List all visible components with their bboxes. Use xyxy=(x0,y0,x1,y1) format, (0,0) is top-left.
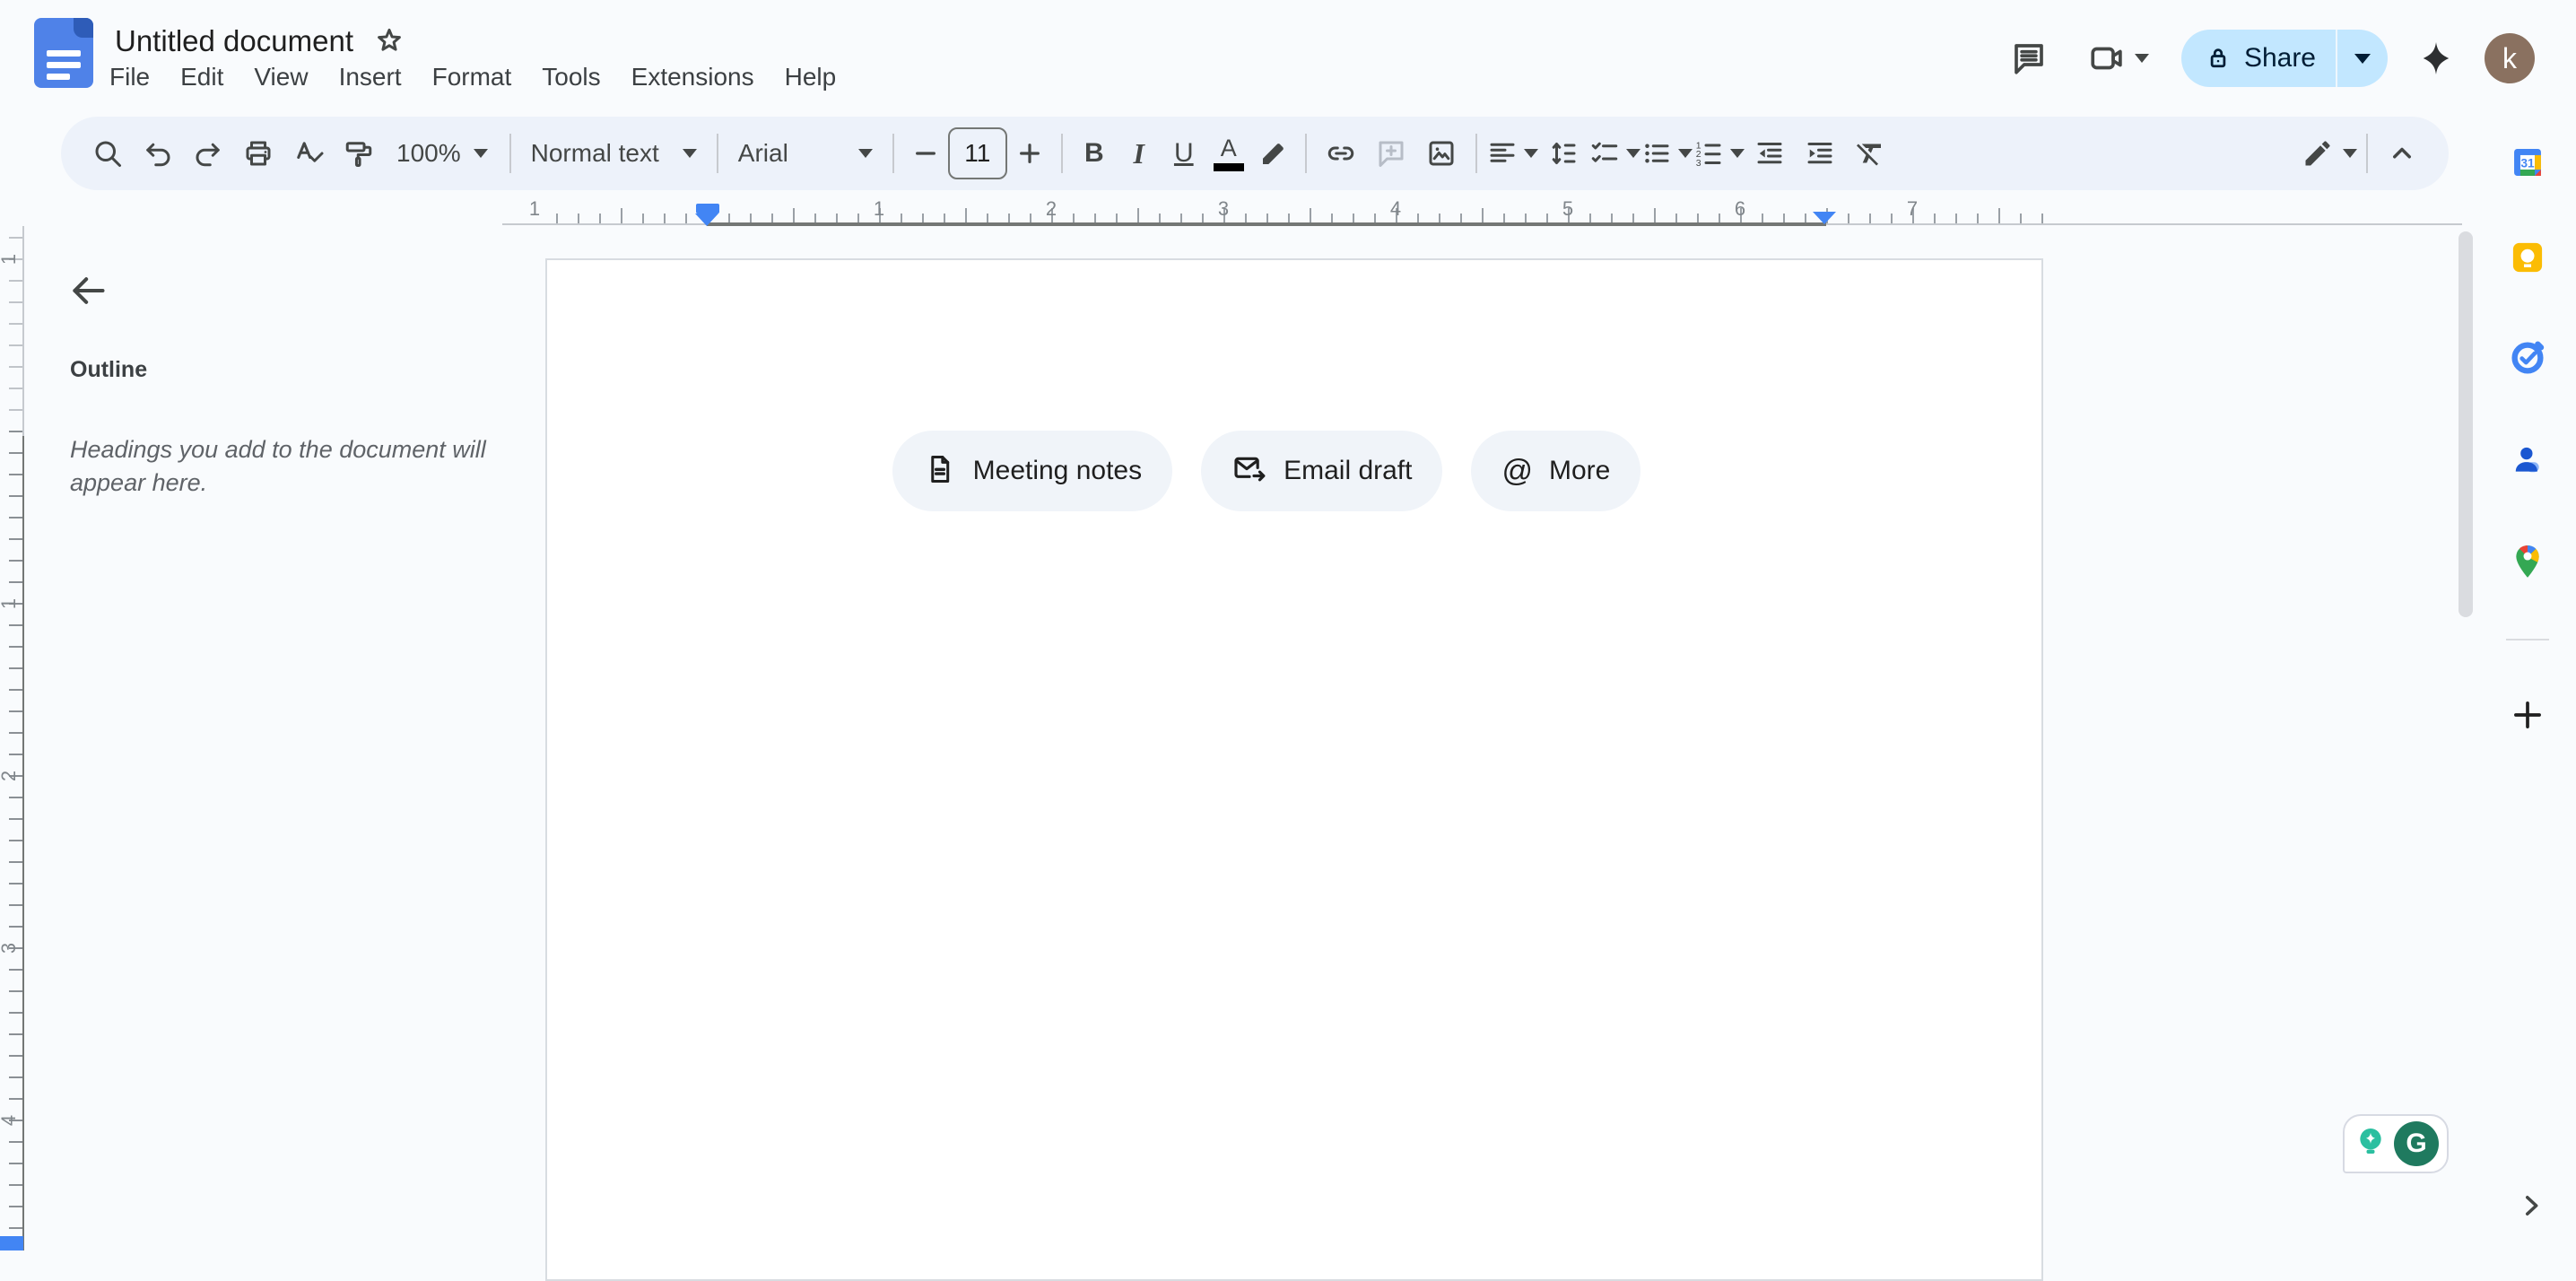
account-avatar[interactable]: k xyxy=(2485,33,2535,83)
lock-icon xyxy=(2205,45,2232,72)
share-button[interactable]: Share xyxy=(2181,30,2388,87)
email-send-icon xyxy=(1231,451,1267,492)
chevron-down-icon xyxy=(683,149,697,158)
zoom-select[interactable]: 100% xyxy=(384,126,500,181)
undo-button[interactable] xyxy=(133,126,183,181)
chevron-down-icon xyxy=(1524,149,1538,158)
meet-video-call-button[interactable] xyxy=(2077,31,2160,85)
document-title[interactable]: Untitled document xyxy=(115,24,353,58)
more-chip[interactable]: @ More xyxy=(1471,431,1640,511)
chevron-down-icon xyxy=(2343,149,2357,158)
menu-bar: File Edit View Insert Format Tools Exten… xyxy=(109,63,836,92)
paragraph-style-value: Normal text xyxy=(531,139,659,168)
email-draft-chip[interactable]: Email draft xyxy=(1201,431,1442,511)
insert-link-button[interactable] xyxy=(1316,126,1366,181)
at-icon: @ xyxy=(1501,454,1533,489)
grammarly-suggestion-icon xyxy=(2353,1124,2389,1164)
star-icon[interactable] xyxy=(373,25,405,57)
hide-menus-button[interactable] xyxy=(2377,126,2427,181)
svg-text:3: 3 xyxy=(1696,158,1701,169)
clear-formatting-button[interactable] xyxy=(1845,126,1895,181)
docs-logo-fold xyxy=(74,18,93,38)
chevron-down-icon xyxy=(2135,54,2149,63)
gemini-sparkle-icon[interactable] xyxy=(2409,31,2463,85)
increase-indent-button[interactable] xyxy=(1795,126,1845,181)
decrease-indent-button[interactable] xyxy=(1745,126,1795,181)
text-color-button[interactable]: A xyxy=(1206,126,1251,181)
numbered-list-button[interactable]: 1 2 3 xyxy=(1693,126,1745,181)
google-tasks-icon[interactable] xyxy=(2501,331,2554,385)
chevron-down-icon xyxy=(1678,149,1693,158)
close-outline-button[interactable] xyxy=(63,266,113,316)
vertical-margin-marker[interactable] xyxy=(0,1236,23,1250)
font-family-value: Arial xyxy=(738,139,788,168)
chevron-down-icon xyxy=(474,149,488,158)
google-docs-logo[interactable] xyxy=(34,18,93,88)
decrease-font-size-button[interactable] xyxy=(903,126,948,181)
smart-chip-suggestions: Meeting notes Email draft @ More xyxy=(707,431,1826,511)
google-docs-app: Untitled document File Edit View Insert … xyxy=(0,0,2576,1250)
comment-history-icon[interactable] xyxy=(2002,31,2056,85)
paint-format-button[interactable] xyxy=(334,126,384,181)
bold-button[interactable]: B xyxy=(1072,126,1117,181)
chevron-down-icon xyxy=(1730,149,1745,158)
google-contacts-icon[interactable] xyxy=(2501,433,2554,487)
font-size-input[interactable]: 11 xyxy=(948,127,1007,179)
redo-button[interactable] xyxy=(183,126,233,181)
menu-file[interactable]: File xyxy=(109,63,150,92)
outline-title: Outline xyxy=(70,357,147,383)
google-calendar-icon[interactable]: 31 xyxy=(2501,135,2554,189)
spelling-grammar-check-button[interactable] xyxy=(283,126,334,181)
bulleted-list-button[interactable] xyxy=(1640,126,1693,181)
menu-tools[interactable]: Tools xyxy=(542,63,600,92)
document-page[interactable] xyxy=(545,258,2043,1281)
highlight-color-button[interactable] xyxy=(1251,126,1296,181)
chevron-down-icon xyxy=(858,149,873,158)
menu-edit[interactable]: Edit xyxy=(180,63,223,92)
svg-text:31: 31 xyxy=(2520,156,2535,170)
menu-insert[interactable]: Insert xyxy=(339,63,402,92)
zoom-value: 100% xyxy=(396,139,461,168)
outline-empty-hint: Headings you add to the document will ap… xyxy=(70,433,500,500)
add-comment-button[interactable] xyxy=(1366,126,1416,181)
left-indent-marker[interactable] xyxy=(695,214,718,226)
search-menus-button[interactable] xyxy=(83,126,133,181)
print-button[interactable] xyxy=(233,126,283,181)
document-icon xyxy=(923,452,957,491)
menu-extensions[interactable]: Extensions xyxy=(631,63,754,92)
grammarly-logo-icon: G xyxy=(2394,1121,2439,1166)
first-line-indent-marker[interactable] xyxy=(696,204,719,214)
italic-button[interactable]: I xyxy=(1117,126,1162,181)
menu-help[interactable]: Help xyxy=(785,63,837,92)
share-label: Share xyxy=(2244,43,2316,74)
vertical-scrollbar[interactable] xyxy=(2459,231,2473,617)
google-keep-icon[interactable] xyxy=(2501,231,2554,284)
show-side-panel-button[interactable] xyxy=(2511,1186,2551,1225)
share-dropdown[interactable] xyxy=(2337,54,2388,64)
checklist-button[interactable] xyxy=(1588,126,1640,181)
align-button[interactable] xyxy=(1486,126,1538,181)
right-indent-marker[interactable] xyxy=(1813,212,1836,224)
increase-font-size-button[interactable] xyxy=(1007,126,1052,181)
line-spacing-button[interactable] xyxy=(1538,126,1588,181)
chevron-down-icon xyxy=(1626,149,1640,158)
menu-view[interactable]: View xyxy=(254,63,308,92)
app-header: Untitled document File Edit View Insert … xyxy=(0,0,2576,117)
font-family-select[interactable]: Arial xyxy=(727,126,883,181)
paragraph-style-select[interactable]: Normal text xyxy=(520,126,708,181)
editing-mode-button[interactable] xyxy=(2302,126,2357,181)
google-maps-icon[interactable] xyxy=(2501,535,2554,588)
meeting-notes-chip[interactable]: Meeting notes xyxy=(892,431,1172,511)
underline-button[interactable]: U xyxy=(1162,126,1206,181)
get-add-ons-button[interactable] xyxy=(2501,688,2554,742)
menu-format[interactable]: Format xyxy=(432,63,512,92)
main-toolbar: 100% Normal text Arial 11 B I U A xyxy=(61,117,2449,190)
insert-image-button[interactable] xyxy=(1416,126,1466,181)
grammarly-widget[interactable]: G xyxy=(2343,1114,2449,1173)
